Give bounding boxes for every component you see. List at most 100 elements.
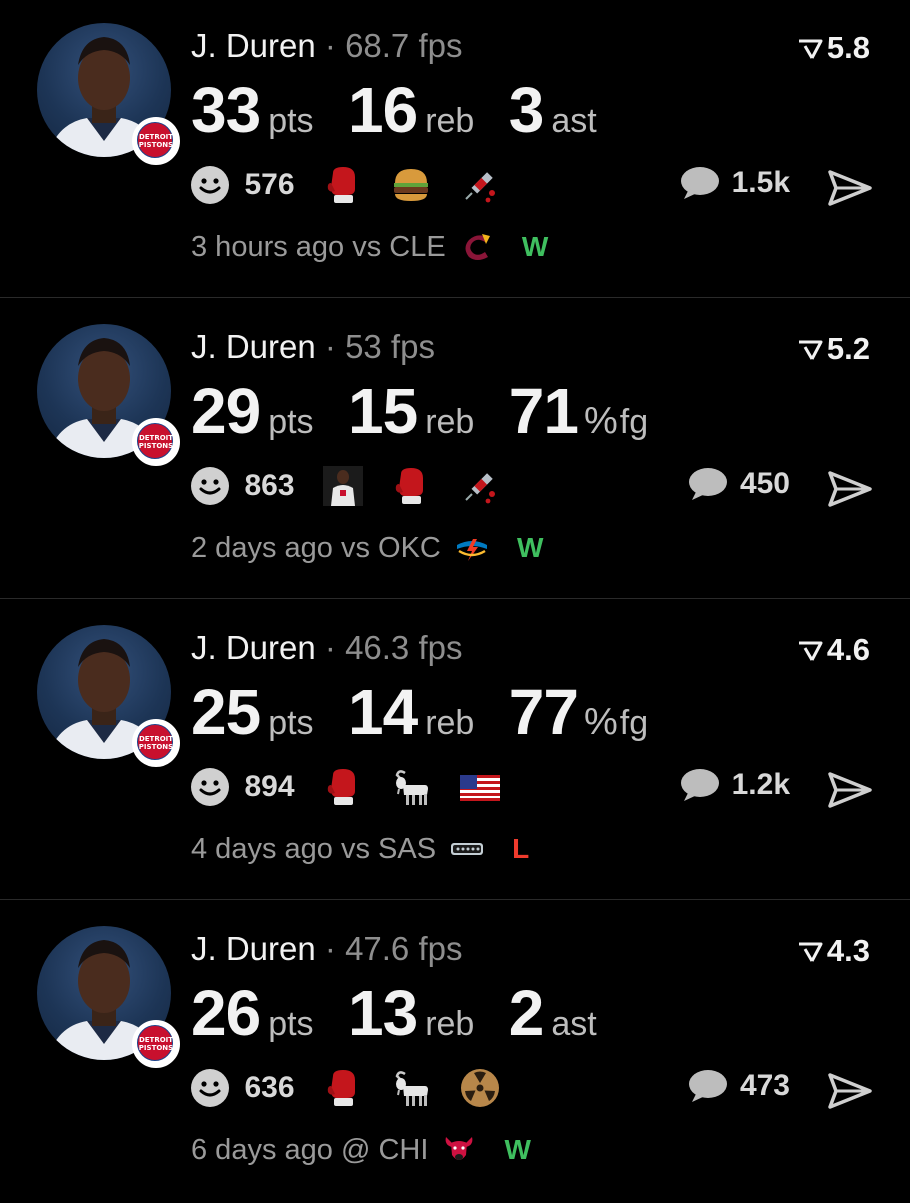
game-meta: 3 hours ago vs CLE W [191,230,548,264]
card-header: J. Duren · 68.7 fps [191,26,462,66]
boxing-glove-icon[interactable] [391,466,431,506]
stat-line: 26 pts 13 reb 2 ast [191,981,627,1045]
comments[interactable]: 450 [687,466,790,510]
comment-icon[interactable] [687,466,728,502]
time-ago: 2 days ago [191,531,333,564]
player-name[interactable]: J. Duren [191,328,316,365]
smile-reaction-icon[interactable] [190,466,230,506]
spurs-logo-icon [451,843,484,856]
result-badge: L [512,833,530,865]
time-ago: 6 days ago [191,1133,333,1166]
game-card[interactable]: DETROIT PISTONS J. Duren · 46.3 fps 4.6 … [0,602,910,902]
separator: · [324,328,346,365]
comments[interactable]: 1.5k [679,165,790,209]
thunder-logo-icon [456,539,487,562]
stat-rebounds: 13 reb [348,977,475,1049]
burger-icon[interactable] [391,165,431,205]
boxing-glove-icon[interactable] [323,165,363,205]
fps-value: 68.7 fps [345,27,463,64]
syringe-icon[interactable] [460,466,500,506]
rating-value: 4.3 [826,933,870,968]
result-badge: W [516,532,544,564]
game-card[interactable]: DETROIT PISTONS J. Duren · 53 fps 5.2 29… [0,301,910,601]
stat-field-goal-pct: 71 %fg [508,375,649,447]
stat-points: 26 pts [191,977,314,1049]
separator: · [324,27,346,64]
card-header: J. Duren · 47.6 fps [191,929,462,969]
rating: 4.3 [797,933,870,969]
share-icon[interactable] [828,170,872,206]
reactions-row: 576 [190,165,524,209]
divider [0,899,910,900]
time-ago: 4 days ago [191,832,333,865]
stat-rebounds: 16 reb [348,74,475,146]
separator: · [324,629,346,666]
matchup[interactable]: vs CLE [352,231,445,264]
share-icon[interactable] [828,1073,872,1109]
rating-icon [798,641,823,661]
team-badge-icon: DETROIT PISTONS [132,1020,180,1068]
comment-count: 473 [739,1069,790,1102]
player-name[interactable]: J. Duren [191,930,316,967]
game-meta: 2 days ago vs OKC W [191,531,543,565]
rating-value: 4.6 [826,632,870,667]
team-badge-icon: DETROIT PISTONS [132,719,180,767]
share-icon[interactable] [828,471,872,507]
matchup[interactable]: vs OKC [341,532,441,565]
comment-icon[interactable] [679,767,720,803]
rating-value: 5.2 [826,331,870,366]
comment-icon[interactable] [687,1068,728,1104]
stat-line: 25 pts 14 reb 77 %fg [191,680,678,744]
stat-field-goal-pct: 77 %fg [508,676,649,748]
stat-points: 25 pts [191,676,314,748]
divider [0,297,910,298]
comment-icon[interactable] [679,165,720,201]
smile-reaction-icon[interactable] [190,1068,230,1108]
stat-assists: 3 ast [508,74,597,146]
card-header: J. Duren · 46.3 fps [191,628,462,668]
smile-reaction-icon[interactable] [190,767,230,807]
rating: 5.8 [797,30,870,66]
syringe-icon[interactable] [460,165,500,205]
game-card[interactable]: DETROIT PISTONS J. Duren · 47.6 fps 4.3 … [0,903,910,1203]
rating: 5.2 [797,331,870,367]
cavaliers-logo-icon [465,234,490,261]
us-flag-icon[interactable] [459,767,500,807]
result-badge: W [521,231,549,263]
goat-icon[interactable] [391,767,431,807]
reactions-row: 863 [190,466,524,510]
time-ago: 3 hours ago [191,230,345,263]
radioactive-icon[interactable] [460,1068,500,1108]
bulls-logo-icon [446,1137,473,1161]
stat-line: 33 pts 16 reb 3 ast [191,78,627,142]
separator: · [324,930,346,967]
player-name[interactable]: J. Duren [191,629,316,666]
like-count: 576 [244,168,295,201]
player-name[interactable]: J. Duren [191,27,316,64]
smile-reaction-icon[interactable] [190,165,230,205]
share-icon[interactable] [828,772,872,808]
stat-rebounds: 14 reb [348,676,475,748]
comment-count: 1.5k [731,166,790,199]
stat-points: 33 pts [191,74,314,146]
matchup[interactable]: vs SAS [341,833,436,866]
rating-icon [798,942,823,962]
rating-value: 5.8 [826,30,870,65]
divider [0,598,910,599]
game-meta: 6 days ago @ CHI W [191,1133,531,1167]
stat-points: 29 pts [191,375,314,447]
comments[interactable]: 1.2k [679,767,790,811]
matchup[interactable]: @ CHI [341,1134,428,1167]
boxing-glove-icon[interactable] [323,1068,363,1108]
team-badge-icon: DETROIT PISTONS [132,418,180,466]
like-count: 636 [244,1071,295,1104]
goat-icon[interactable] [391,1068,431,1108]
fps-value: 53 fps [345,328,435,365]
boxing-glove-icon[interactable] [323,767,363,807]
player-photo-icon[interactable] [322,466,363,506]
game-card[interactable]: DETROIT PISTONS J. Duren · 68.7 fps 5.8 … [0,0,910,300]
stat-assists: 2 ast [508,977,597,1049]
stat-line: 29 pts 15 reb 71 %fg [191,379,678,443]
comments[interactable]: 473 [687,1068,790,1112]
stat-rebounds: 15 reb [348,375,475,447]
